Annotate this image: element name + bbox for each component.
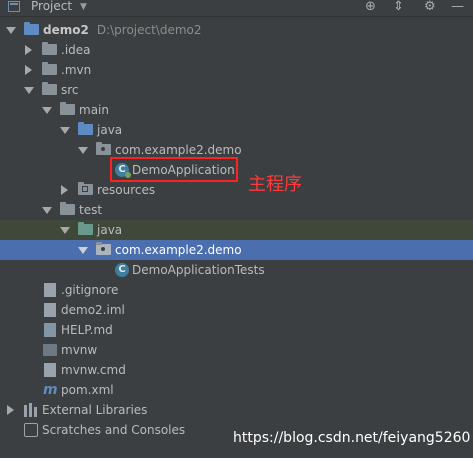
folder-icon bbox=[42, 82, 57, 95]
tree-item-label: main bbox=[79, 103, 109, 117]
iml-file-icon bbox=[44, 303, 56, 317]
tree-item-mvnw[interactable]: mvnw bbox=[0, 340, 473, 360]
tree-item-pom[interactable]: m pom.xml bbox=[0, 380, 473, 400]
expand-arrow-icon[interactable] bbox=[42, 107, 52, 114]
project-panel-icon bbox=[8, 1, 20, 12]
panel-title[interactable]: Project bbox=[31, 0, 72, 13]
expand-arrow-icon[interactable] bbox=[78, 147, 88, 154]
folder-icon bbox=[42, 62, 57, 75]
expand-arrow-icon[interactable] bbox=[24, 87, 34, 94]
tree-item-iml[interactable]: demo2.iml bbox=[0, 300, 473, 320]
tree-item-label: .mvn bbox=[61, 63, 92, 77]
maven-icon: m bbox=[43, 382, 58, 398]
tree-item-label: java bbox=[97, 223, 123, 237]
project-panel-header: Project ▼ ⊕ ⇕ ⚙ — bbox=[0, 0, 473, 17]
expand-arrow-icon[interactable] bbox=[42, 207, 52, 214]
tree-item-external-libraries[interactable]: External Libraries bbox=[0, 400, 473, 420]
tree-item-label: com.example2.demo bbox=[115, 243, 242, 257]
tree-item-label: test bbox=[79, 203, 103, 217]
folder-icon bbox=[60, 202, 75, 215]
tree-item-resources[interactable]: resources bbox=[0, 180, 473, 200]
tree-item-main-java[interactable]: java bbox=[0, 120, 473, 140]
collapse-arrow-icon[interactable] bbox=[7, 405, 14, 415]
tree-item-test[interactable]: test bbox=[0, 200, 473, 220]
gitignore-file-icon bbox=[44, 283, 56, 297]
watermark: https://blog.csdn.net/feiyang5260 bbox=[233, 430, 471, 446]
expand-arrow-icon[interactable] bbox=[60, 227, 70, 234]
tree-item-label: HELP.md bbox=[61, 323, 113, 337]
settings-icon[interactable]: ⚙ bbox=[424, 0, 436, 14]
project-path: D:\project\demo2 bbox=[96, 23, 202, 37]
source-folder-icon bbox=[78, 122, 93, 135]
tree-item-label: java bbox=[97, 123, 123, 137]
expand-arrow-icon[interactable] bbox=[6, 27, 16, 34]
tree-item-label: pom.xml bbox=[61, 383, 114, 397]
tree-item-mvnw-cmd[interactable]: mvnw.cmd bbox=[0, 360, 473, 380]
chevron-down-icon[interactable]: ▼ bbox=[80, 2, 87, 12]
tree-item-src[interactable]: src bbox=[0, 80, 473, 100]
shell-script-icon bbox=[43, 344, 57, 356]
tree-item-demo-application-tests[interactable]: C DemoApplicationTests bbox=[0, 260, 473, 280]
highlight-box bbox=[110, 157, 238, 182]
tree-item-mvn[interactable]: .mvn bbox=[0, 60, 473, 80]
expand-arrow-icon[interactable] bbox=[60, 127, 70, 134]
tree-item-label: Scratches and Consoles bbox=[42, 423, 186, 437]
collapse-arrow-icon[interactable] bbox=[25, 45, 32, 55]
tree-item-label: External Libraries bbox=[42, 403, 148, 417]
tree-item-label: mvnw.cmd bbox=[61, 363, 126, 377]
package-icon bbox=[96, 242, 111, 255]
tree-item-label: .idea bbox=[61, 43, 91, 57]
annotation-label: 主程序 bbox=[248, 174, 302, 195]
collapse-icon[interactable]: ⇕ bbox=[393, 0, 404, 14]
hide-icon[interactable]: — bbox=[451, 0, 464, 14]
tree-item-label: resources bbox=[97, 183, 156, 197]
class-icon: C bbox=[115, 263, 129, 277]
package-icon bbox=[96, 142, 111, 155]
expand-arrow-icon[interactable] bbox=[78, 247, 88, 254]
tree-item-test-java[interactable]: java bbox=[0, 220, 473, 240]
tree-item-test-package[interactable]: com.example2.demo bbox=[0, 240, 473, 260]
tree-item-demo2[interactable]: demo2 D:\project\demo2 bbox=[0, 20, 473, 40]
folder-icon bbox=[60, 102, 75, 115]
locate-icon[interactable]: ⊕ bbox=[365, 0, 376, 14]
tree-item-gitignore[interactable]: .gitignore bbox=[0, 280, 473, 300]
tree-item-idea[interactable]: .idea bbox=[0, 40, 473, 60]
cmd-file-icon bbox=[44, 363, 56, 377]
resources-folder-icon bbox=[78, 182, 93, 195]
folder-icon bbox=[42, 42, 57, 55]
tree-item-label: demo2.iml bbox=[61, 303, 125, 317]
collapse-arrow-icon[interactable] bbox=[61, 185, 68, 195]
library-icon bbox=[24, 403, 38, 417]
scratches-icon bbox=[24, 423, 38, 437]
markdown-file-icon bbox=[44, 323, 56, 337]
tree-item-label: src bbox=[61, 83, 79, 97]
module-folder-icon bbox=[24, 22, 39, 35]
test-source-folder-icon bbox=[78, 222, 93, 235]
tree-item-label: .gitignore bbox=[61, 283, 119, 297]
tree-item-label: mvnw bbox=[61, 343, 98, 357]
tree-item-help[interactable]: HELP.md bbox=[0, 320, 473, 340]
tree-item-label: DemoApplicationTests bbox=[132, 263, 265, 277]
collapse-arrow-icon[interactable] bbox=[25, 65, 32, 75]
tree-item-label: demo2 D:\project\demo2 bbox=[43, 23, 202, 37]
tree-item-main[interactable]: main bbox=[0, 100, 473, 120]
